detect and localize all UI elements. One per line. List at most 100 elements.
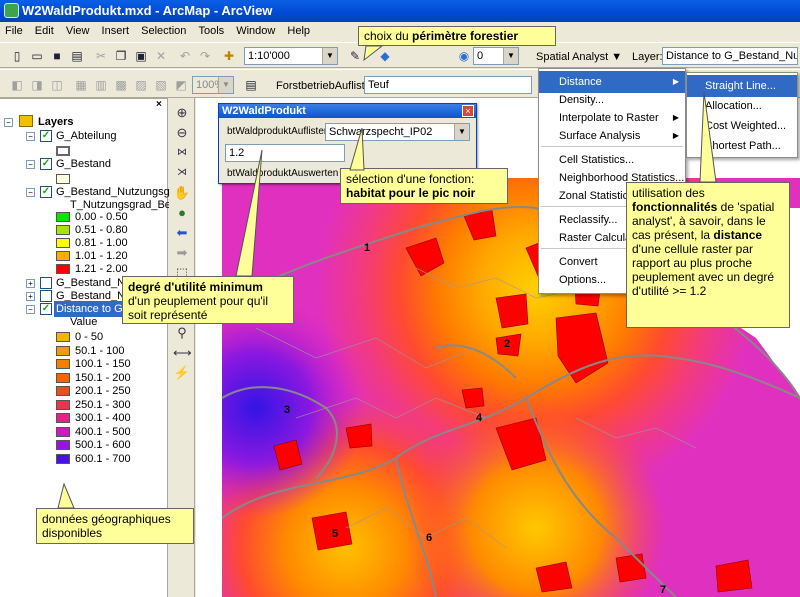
print-icon[interactable]: ▤ — [68, 47, 86, 65]
chevron-down-icon[interactable]: ▼ — [454, 124, 469, 140]
paste-icon[interactable]: ▣ — [132, 47, 150, 65]
new-document-icon[interactable]: ▯ — [8, 47, 26, 65]
waldprodukt-evaluate-button[interactable]: btWaldproduktAuswerten — [227, 168, 338, 179]
copy-icon[interactable]: ❐ — [112, 47, 130, 65]
menu-item-label: Distance — [559, 76, 602, 88]
layer-name-g-abteilung[interactable]: G_Abteilung — [56, 128, 117, 144]
zoom-in-fixed-icon[interactable]: ◧ — [8, 76, 26, 94]
display-raster-icon[interactable]: ◉ — [455, 47, 473, 65]
delete-icon[interactable]: ✕ — [152, 47, 170, 65]
layer-name-g-bestand[interactable]: G_Bestand — [56, 156, 111, 172]
menu-item-label: Straight Line... — [705, 80, 776, 92]
legend-swatch-distance-8 — [56, 440, 70, 450]
distance-menu-item-2[interactable]: Cost Weighted... — [687, 115, 797, 137]
layer-checkbox[interactable]: ✓ — [40, 186, 52, 198]
chevron-down-icon[interactable]: ▼ — [218, 77, 233, 93]
legend-swatch-distance-7 — [56, 426, 70, 437]
distance-menu-item-0[interactable]: Straight Line... — [687, 75, 797, 97]
legend-label: 600.1 - 700 — [75, 452, 131, 465]
map-scale-combo[interactable]: 1:10'000 ▼ — [244, 47, 338, 65]
menu-file[interactable]: File — [0, 22, 27, 37]
close-icon[interactable]: × — [156, 99, 162, 110]
layer-checkbox[interactable] — [40, 290, 52, 302]
distance-submenu: Straight Line... Allocation... Cost Weight… — [686, 72, 798, 158]
layer-checkbox[interactable] — [40, 277, 52, 289]
submenu-arrow-icon: ▶ — [672, 131, 679, 140]
chevron-down-icon[interactable]: ▼ — [322, 48, 337, 64]
layer-checkbox[interactable]: ✓ — [40, 303, 52, 315]
measure-icon[interactable]: ⟷ — [173, 344, 192, 362]
menu-view[interactable]: View — [61, 22, 94, 37]
spatial-analyst-menu[interactable]: Spatial Analyst ▼ — [536, 51, 622, 63]
full-extent-globe-icon[interactable]: ● — [173, 204, 191, 222]
collapse-icon[interactable]: − — [26, 305, 35, 314]
zoom-percent-combo[interactable]: 100% ▼ — [192, 76, 234, 94]
stand-label-5: 5 — [332, 528, 339, 540]
forward-arrow-icon[interactable]: ➡ — [173, 244, 191, 262]
expand-icon[interactable]: + — [26, 292, 35, 301]
legend-swatch-nutz-2 — [56, 238, 70, 248]
window-title: W2WaldProdukt.mxd - ArcMap - ArcView — [22, 3, 273, 18]
menu-insert[interactable]: Insert — [97, 22, 134, 37]
undo-icon[interactable]: ↶ — [176, 47, 194, 65]
cut-icon[interactable]: ✂ — [92, 47, 110, 65]
redo-icon[interactable]: ↷ — [196, 47, 214, 65]
zoom-out-icon[interactable]: ⊖ — [173, 124, 191, 142]
collapse-icon[interactable]: − — [26, 132, 35, 141]
pan-layout-icon[interactable]: ◫ — [48, 76, 66, 94]
layout-zoom-out-icon[interactable]: ▧ — [152, 76, 170, 94]
menu-item-label: Interpolate to Raster — [559, 112, 659, 124]
menu-help[interactable]: Help — [282, 22, 314, 37]
collapse-icon[interactable]: − — [26, 188, 35, 197]
band-combo[interactable]: 0 ▼ — [473, 47, 519, 65]
forstbetrieb-label: ForstbetriebAuflisten — [276, 80, 377, 92]
legend-swatch-distance-6 — [56, 413, 70, 423]
zoom-whole-page-icon[interactable]: ▥ — [92, 76, 110, 94]
go-back-icon[interactable]: ◩ — [172, 76, 190, 94]
expand-icon[interactable]: + — [26, 279, 35, 288]
arctoolbox-icon[interactable]: ◆ — [376, 47, 394, 65]
zoom-100-icon[interactable]: ▩ — [112, 76, 130, 94]
full-extent-icon[interactable]: ▦ — [72, 76, 90, 94]
add-data-icon[interactable]: ✚ — [220, 47, 238, 65]
stand-label-1: 1 — [364, 242, 371, 254]
find-icon[interactable]: ⚲ — [173, 324, 191, 342]
layer-combo[interactable]: Distance to G_Bestand_Nutzung — [662, 47, 798, 65]
save-icon[interactable]: ■ — [48, 47, 66, 65]
pan-hand-icon[interactable]: ✋ — [173, 184, 191, 202]
layer-checkbox[interactable]: ✓ — [40, 130, 52, 142]
zoom-in-icon[interactable]: ⊕ — [173, 104, 191, 122]
menu-item-label: Allocation... — [705, 100, 762, 112]
menu-item-label: Cost Weighted... — [705, 120, 787, 132]
hyperlink-icon[interactable]: ⚡ — [173, 364, 191, 382]
waldprodukt-combo[interactable]: Schwarzspecht_IP02 ▼ — [325, 123, 470, 141]
open-folder-icon[interactable]: ▭ — [28, 47, 46, 65]
layout-zoom-in-icon[interactable]: ▨ — [132, 76, 150, 94]
collapse-icon[interactable]: − — [4, 118, 13, 127]
fixed-zoom-out-icon[interactable]: ⋊ — [173, 164, 191, 182]
layer-checkbox[interactable]: ✓ — [40, 158, 52, 170]
zoom-out-fixed-icon[interactable]: ◨ — [28, 76, 46, 94]
collapse-icon[interactable]: − — [26, 160, 35, 169]
stand-label-7: 7 — [660, 584, 667, 596]
back-arrow-icon[interactable]: ⬅ — [173, 224, 191, 242]
legend-swatch-nutz-3 — [56, 251, 70, 261]
distance-menu-item-1[interactable]: Allocation... — [687, 95, 797, 117]
threshold-input[interactable]: 1.2 — [225, 144, 345, 162]
menu-tools[interactable]: Tools — [193, 22, 228, 37]
spatial-menu-item-3[interactable]: Surface Analysis ▶ — [539, 125, 685, 147]
fixed-zoom-in-icon[interactable]: ⋈ — [173, 144, 191, 162]
toggle-draft-icon[interactable]: ▤ — [242, 76, 260, 94]
callout-bold-text: degré d'utilité minimum — [128, 280, 263, 294]
menu-selection[interactable]: Selection — [136, 22, 190, 37]
callout-text: d'une cellule raster par rapport au plus… — [632, 242, 775, 298]
callout-bold-text: périmètre forestier — [412, 29, 519, 43]
editor-toolbar-icon[interactable]: ✎ — [346, 47, 364, 65]
menu-window[interactable]: Window — [231, 22, 279, 37]
distance-menu-item-3[interactable]: Shortest Path... — [687, 135, 797, 157]
menu-edit[interactable]: Edit — [30, 22, 58, 37]
waldprodukt-list-button[interactable]: btWaldproduktAuflisten — [227, 126, 329, 137]
close-icon[interactable]: × — [462, 105, 474, 117]
forstbetrieb-combo[interactable]: Teuf — [364, 76, 532, 94]
chevron-down-icon[interactable]: ▼ — [503, 48, 518, 64]
